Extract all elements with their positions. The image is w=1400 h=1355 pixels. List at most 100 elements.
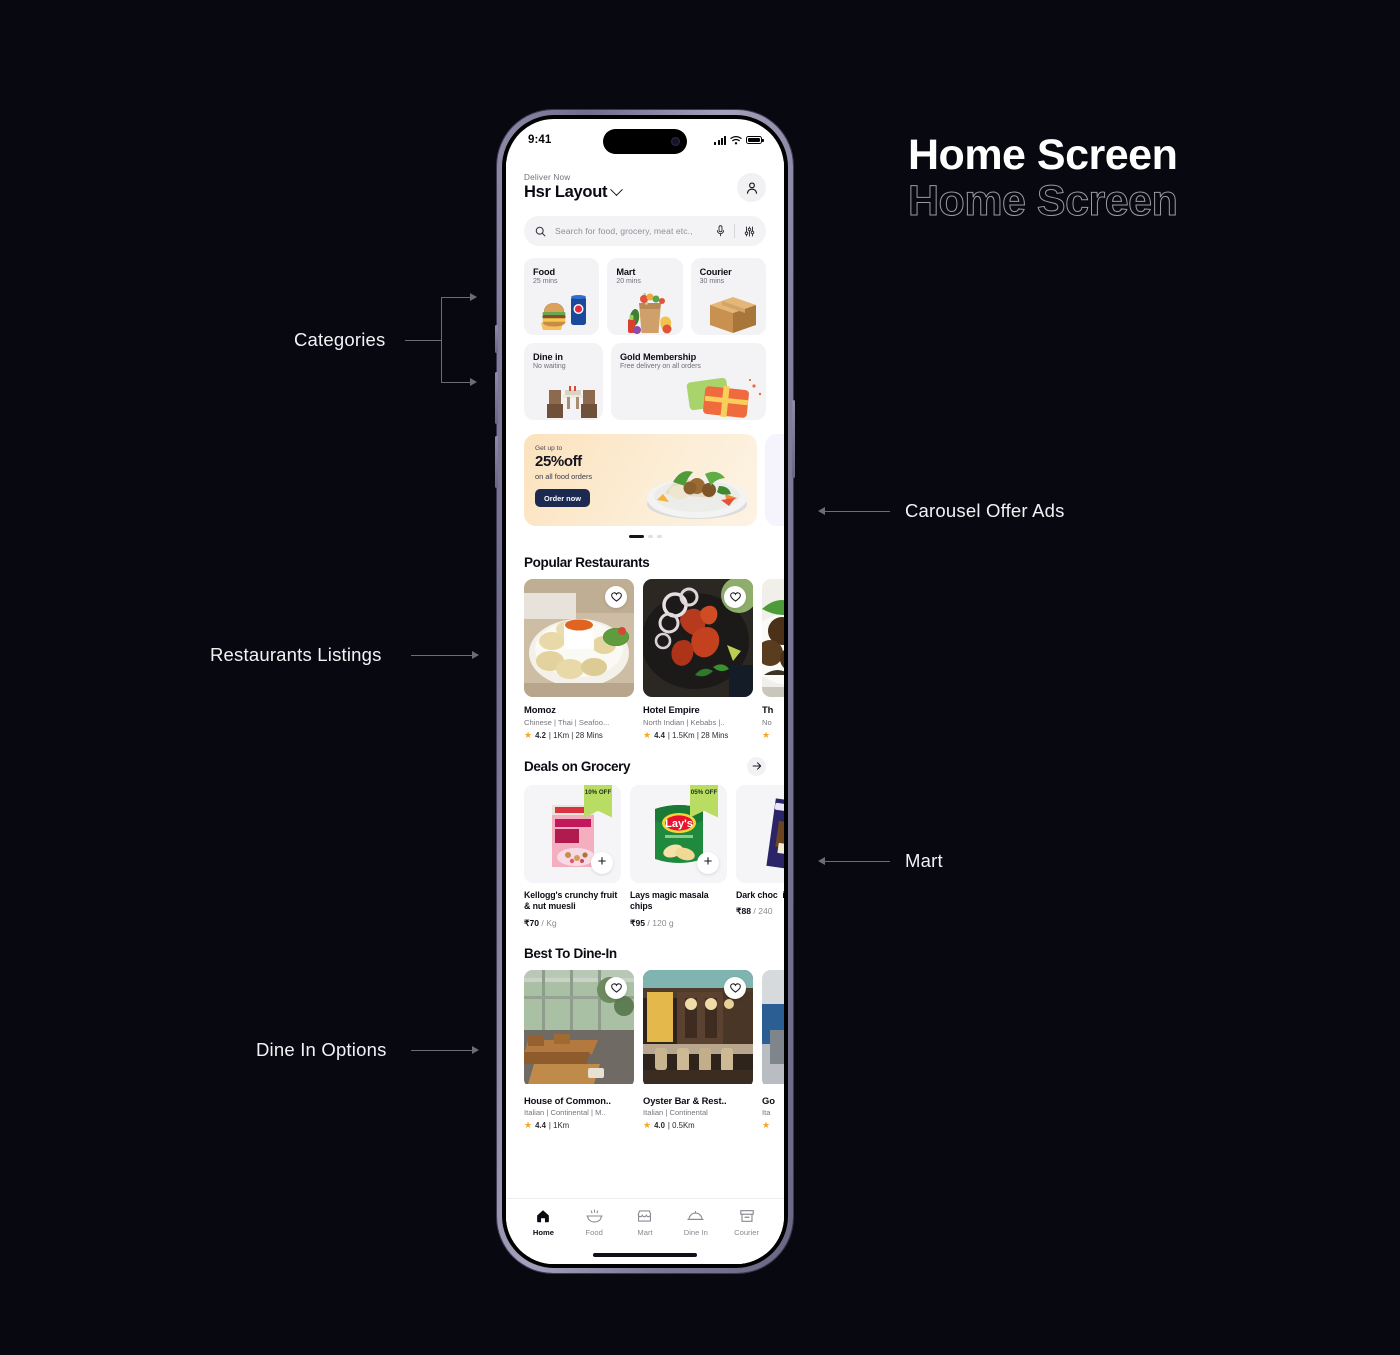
nav-label: Mart: [637, 1228, 653, 1237]
battery-icon: [746, 135, 764, 145]
nav-item-dine-in[interactable]: Dine In: [670, 1208, 721, 1237]
favorite-button[interactable]: [605, 586, 627, 608]
grocery-deals-list[interactable]: 10% OFF + Kellogg's crunchy fruit & nut …: [506, 784, 784, 929]
restaurant-card[interactable]: Momoz Chinese | Thai | Seafoo... ★ 4.2 |…: [524, 579, 634, 740]
scroll-spacer: [506, 1130, 784, 1200]
filter-sliders-icon[interactable]: [744, 225, 755, 237]
volume-down-button[interactable]: [495, 436, 498, 488]
add-to-cart-button[interactable]: +: [591, 851, 613, 874]
price-value: ₹95: [630, 917, 646, 928]
star-icon: ★: [762, 1120, 771, 1131]
green-platter-photo: [762, 579, 784, 697]
nav-item-food[interactable]: Food: [569, 1208, 620, 1237]
restaurant-cuisine: No: [762, 717, 772, 727]
category-title: Gold Membership: [620, 352, 697, 362]
restaurant-card[interactable]: Hotel Empire North Indian | Kebabs |.. ★…: [643, 579, 753, 740]
category-tile-gold-membership[interactable]: Gold Membership Free delivery on all ord…: [611, 343, 766, 420]
salad-bowl-image: [647, 471, 747, 519]
favorite-button[interactable]: [605, 976, 627, 999]
burger-and-soda-icon: [541, 295, 587, 330]
carousel-dots[interactable]: [506, 535, 784, 538]
section-title: Popular Restaurants: [524, 555, 650, 570]
power-button[interactable]: [792, 400, 795, 478]
microphone-icon[interactable]: [716, 225, 725, 237]
category-tile-mart[interactable]: Mart 20 mins: [607, 258, 683, 335]
dinein-card[interactable]: Oyster Bar & Rest.. Italian | Continenta…: [643, 969, 753, 1131]
cloche-icon: [687, 1210, 704, 1220]
categories-row-1: Food 25 mins Mart 20 mins Courier 30 min…: [524, 258, 766, 335]
heart-icon: [610, 983, 622, 993]
section-title: Deals on Grocery: [524, 758, 631, 774]
location-block[interactable]: Deliver Now Hsr Layout: [524, 173, 624, 202]
carousel-dot[interactable]: [656, 535, 662, 538]
grocery-bag-icon: [627, 292, 672, 334]
dinein-image: [524, 969, 634, 1088]
promo-slide-next[interactable]: [765, 434, 784, 526]
grocery-card[interactable]: + Dark choc icecream ₹88 / 240: [736, 784, 784, 929]
dinein-image: [643, 969, 753, 1088]
favorite-button[interactable]: [724, 976, 746, 999]
restaurant-meta: ★: [762, 729, 784, 740]
price-value: ₹70: [524, 917, 540, 928]
restaurant-distance-time: | 1.5Km | 28 Mins: [667, 730, 729, 740]
popular-restaurants-list[interactable]: Momoz Chinese | Thai | Seafoo... ★ 4.2 |…: [506, 579, 784, 740]
phone-bezel: 9:41 Deliver Now Hsr Layout Search for f…: [502, 115, 788, 1268]
nav-item-courier[interactable]: Courier: [721, 1208, 772, 1237]
annotation-carousel-label: Carousel Offer Ads: [905, 500, 1065, 521]
add-to-cart-button[interactable]: +: [697, 851, 719, 874]
nav-item-mart[interactable]: Mart: [620, 1208, 671, 1237]
location-selector[interactable]: Hsr Layout: [524, 183, 624, 202]
dynamic-island: [603, 129, 687, 154]
annotation-dinein-line: [411, 1050, 473, 1051]
status-indicators: [714, 135, 764, 145]
restaurant-name: Th: [762, 704, 774, 715]
dinein-name: Oyster Bar & Rest..: [643, 1094, 727, 1106]
search-divider: [734, 224, 735, 238]
app-header: Deliver Now Hsr Layout: [506, 161, 784, 202]
page-title-outline: Home Screen: [907, 177, 1178, 225]
grocery-see-all-button[interactable]: [747, 756, 766, 776]
carousel-dot-active[interactable]: [628, 535, 644, 538]
silent-switch[interactable]: [495, 325, 498, 353]
star-icon: ★: [524, 1120, 533, 1131]
heart-icon: [610, 592, 622, 602]
profile-button[interactable]: [737, 173, 766, 202]
carousel-dot[interactable]: [647, 535, 653, 538]
offer-carousel[interactable]: Get up to 25%off on all food orders Orde…: [506, 434, 784, 526]
nav-label: Home: [532, 1228, 554, 1237]
order-now-button[interactable]: Order now: [535, 489, 590, 508]
restaurant-card[interactable]: Th No ★: [762, 579, 784, 740]
restaurant-rating: 4.4: [654, 730, 665, 740]
annotation-carousel-line: [825, 511, 890, 512]
home-indicator[interactable]: [593, 1253, 697, 1257]
category-tile-food[interactable]: Food 25 mins: [524, 258, 600, 335]
grocery-image: 10% OFF +: [524, 784, 621, 883]
nav-item-home[interactable]: Home: [518, 1208, 569, 1237]
volume-up-button[interactable]: [495, 372, 498, 424]
star-icon: ★: [762, 729, 771, 740]
favorite-button[interactable]: [724, 586, 746, 608]
heart-icon: [729, 592, 741, 602]
annotation-carousel-arrowhead: [818, 507, 825, 515]
dinein-card[interactable]: House of Common.. Italian | Continental …: [524, 969, 634, 1131]
annotation-mart-line: [825, 861, 890, 862]
search-input[interactable]: Search for food, grocery, meat etc.,: [555, 226, 707, 236]
arrow-right-icon: [752, 762, 761, 770]
price-unit: / Kg: [541, 917, 557, 928]
promo-slide[interactable]: Get up to 25%off on all food orders Orde…: [524, 434, 757, 526]
dinein-card[interactable]: Go Ita ★: [762, 969, 784, 1131]
category-tile-courier[interactable]: Courier 30 mins: [690, 258, 766, 335]
grocery-card[interactable]: 10% OFF + Kellogg's crunchy fruit & nut …: [524, 784, 621, 929]
annotation-restaurants-arrowhead: [472, 651, 479, 659]
dinein-cuisine: Ita: [762, 1108, 771, 1118]
annotation-categories-label: Categories: [294, 329, 386, 350]
search-bar[interactable]: Search for food, grocery, meat etc.,: [524, 216, 766, 246]
annotation-categories-branch-bottom: [441, 382, 471, 383]
dinein-list[interactable]: House of Common.. Italian | Continental …: [506, 969, 784, 1131]
star-icon: ★: [643, 1120, 652, 1131]
status-bar: 9:41: [506, 119, 784, 161]
grocery-price: ₹70 / Kg: [524, 918, 621, 929]
category-tile-dine-in[interactable]: Dine in No waiting: [524, 343, 603, 420]
dinein-meta: ★: [762, 1121, 784, 1130]
grocery-card[interactable]: Lay's 05% OFF + Lays magic masala chips: [630, 784, 727, 929]
